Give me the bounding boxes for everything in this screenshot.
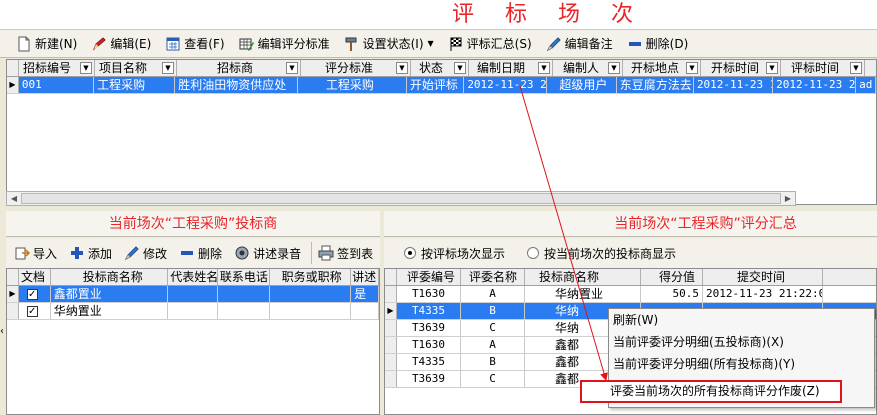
grid-header: 文档 投标商名称 代表姓名 联系电话 职务或职称 讲述 bbox=[7, 269, 379, 286]
modify-button[interactable]: 修改 bbox=[122, 242, 169, 264]
row-indicator-icon: ▶ bbox=[7, 77, 19, 93]
import-icon bbox=[14, 245, 31, 261]
new-document-icon bbox=[16, 36, 32, 52]
printer-icon bbox=[318, 245, 334, 261]
edit-criteria-button[interactable]: 编辑评分标准 bbox=[237, 33, 332, 55]
edit-note-button[interactable]: 编辑备注 bbox=[544, 33, 615, 55]
menu-item-detail-five[interactable]: 当前评委评分明细(五投标商)(X) bbox=[609, 331, 874, 353]
minus-icon bbox=[179, 245, 195, 261]
row-indicator-icon: ▶ bbox=[7, 286, 19, 302]
scroll-right-icon[interactable]: ▶ bbox=[782, 193, 794, 204]
document-checkbox[interactable] bbox=[26, 304, 38, 319]
column-header[interactable]: 联系电话 bbox=[218, 269, 270, 285]
table-row[interactable]: 华纳置业 bbox=[7, 303, 380, 320]
menu-item-void-scores[interactable]: 评委当前场次的所有投标商评分作废(Z) bbox=[580, 380, 842, 403]
add-button[interactable]: 添加 bbox=[67, 242, 114, 264]
score-summary-title: 当前场次“工程采购”评分汇总 bbox=[384, 211, 877, 237]
filter-dropdown-icon[interactable]: ▼ bbox=[396, 62, 408, 74]
column-header[interactable]: 讲述 bbox=[351, 269, 379, 285]
column-header[interactable]: 招标编号 ▼ bbox=[19, 60, 95, 76]
column-header[interactable]: 评分标准 ▼ bbox=[301, 60, 411, 76]
filter-dropdown-icon[interactable]: ▼ bbox=[80, 62, 92, 74]
bidders-panel-title: 当前场次“工程采购”投标商 bbox=[6, 211, 380, 237]
filter-dropdown-icon[interactable]: ▼ bbox=[850, 62, 862, 74]
filter-dropdown-icon[interactable]: ▼ bbox=[162, 62, 174, 74]
menu-item-refresh[interactable]: 刷新(W) bbox=[609, 309, 874, 331]
new-button[interactable]: 新建(N) bbox=[14, 33, 79, 55]
column-header[interactable]: 提交时间 bbox=[703, 269, 823, 285]
view-button[interactable]: 查看(F) bbox=[163, 33, 226, 55]
column-header[interactable]: 招标商 ▼ bbox=[177, 60, 301, 76]
pencil-icon bbox=[124, 245, 140, 261]
grid-edit-icon bbox=[239, 36, 255, 52]
bidders-toolbar: 导入 添加 修改 删除 讲述录音 签到表 bbox=[6, 238, 380, 268]
grid-header: 招标编号 ▼ 项目名称 ▼ 招标商 ▼ 评分标准 ▼ 状态 ▼ 编制日期 ▼ 编制人 ▼ 开标… bbox=[7, 60, 876, 77]
delete-bidder-button[interactable]: 删除 bbox=[177, 242, 224, 264]
note-pencil-icon bbox=[546, 36, 562, 52]
hammer-icon bbox=[344, 36, 360, 52]
radio-by-session[interactable]: 按评标场次显示 bbox=[404, 245, 505, 262]
page-title: 评 标 场 次 bbox=[0, 0, 877, 30]
horizontal-scrollbar[interactable]: ◀ ▶ bbox=[6, 191, 796, 206]
calendar-icon bbox=[165, 36, 181, 52]
speaker-icon bbox=[234, 245, 250, 261]
column-header[interactable]: 编制日期 ▼ bbox=[469, 60, 553, 76]
bidders-grid[interactable]: 文档 投标商名称 代表姓名 联系电话 职务或职称 讲述 ▶ 鑫都置业 是 华纳置… bbox=[6, 268, 380, 415]
main-toolbar: 新建(N) 编辑(E) 查看(F) 编辑评分标准 设置状态(I) ▼ 评标汇总(… bbox=[0, 30, 877, 58]
set-status-button[interactable]: 设置状态(I) ▼ bbox=[342, 33, 436, 55]
filter-dropdown-icon[interactable]: ▼ bbox=[766, 62, 778, 74]
row-indicator-icon: ▶ bbox=[385, 303, 397, 319]
grid-header: 评委编号 评委名称 投标商名称 得分值 提交时间 bbox=[385, 269, 876, 286]
filter-dropdown-icon[interactable]: ▼ bbox=[686, 62, 698, 74]
summary-button[interactable]: 评标汇总(S) bbox=[446, 33, 534, 55]
radio-dot[interactable] bbox=[527, 247, 540, 259]
filter-dropdown-icon[interactable]: ▼ bbox=[608, 62, 620, 74]
column-header[interactable]: 评委编号 bbox=[397, 269, 461, 285]
column-header[interactable]: 开标地点 ▼ bbox=[623, 60, 701, 76]
column-header[interactable]: 编制人 ▼ bbox=[553, 60, 623, 76]
column-header[interactable]: 开标时间 ▼ bbox=[701, 60, 781, 76]
column-header[interactable]: 文档 bbox=[19, 269, 51, 285]
plus-icon bbox=[69, 245, 85, 261]
column-header[interactable]: 投标商名称 bbox=[525, 269, 641, 285]
column-header[interactable]: 投标商名称 bbox=[51, 269, 169, 285]
radio-dot-selected[interactable] bbox=[404, 247, 416, 259]
delete-button[interactable]: 删除(D) bbox=[625, 33, 691, 55]
import-button[interactable]: 导入 bbox=[12, 242, 59, 264]
column-header[interactable]: 评标时间 ▼ bbox=[781, 60, 865, 76]
filter-dropdown-icon[interactable]: ▼ bbox=[454, 62, 466, 74]
column-header[interactable]: 代表姓名 bbox=[168, 269, 218, 285]
table-row[interactable]: T1630 A 华纳置业 50.5 2012-11-23 21:22:00 bbox=[385, 286, 876, 303]
column-header[interactable]: 职务或职称 bbox=[270, 269, 352, 285]
scroll-left-icon[interactable]: ◀ bbox=[8, 193, 20, 204]
menu-item-detail-all[interactable]: 当前评委评分明细(所有投标商)(Y) bbox=[609, 353, 874, 375]
column-header[interactable]: 状态 ▼ bbox=[411, 60, 469, 76]
bid-session-grid[interactable]: 招标编号 ▼ 项目名称 ▼ 招标商 ▼ 评分标准 ▼ 状态 ▼ 编制日期 ▼ 编制人 ▼ 开标… bbox=[6, 59, 877, 205]
table-row[interactable]: ▶ 鑫都置业 是 bbox=[7, 286, 380, 303]
pencil-icon bbox=[91, 36, 107, 52]
filter-dropdown-icon[interactable]: ▼ bbox=[538, 62, 550, 74]
scroll-thumb[interactable] bbox=[21, 193, 781, 204]
minus-icon bbox=[627, 36, 643, 52]
column-header[interactable]: 得分值 bbox=[641, 269, 703, 285]
column-header[interactable]: 评委名称 bbox=[461, 269, 525, 285]
signin-sheet-button[interactable]: 签到表 bbox=[311, 242, 375, 264]
filter-dropdown-icon[interactable]: ▼ bbox=[286, 62, 298, 74]
dropdown-arrow-icon[interactable]: ▼ bbox=[428, 39, 434, 48]
column-header[interactable]: 项目名称 ▼ bbox=[95, 60, 177, 76]
splitter-handle-icon[interactable]: ‹ bbox=[0, 326, 4, 337]
display-mode-bar: 按评标场次显示 按当前场次的投标商显示 bbox=[384, 238, 877, 268]
radio-by-bidder[interactable]: 按当前场次的投标商显示 bbox=[527, 245, 676, 262]
document-checkbox[interactable] bbox=[26, 287, 38, 302]
record-speech-button[interactable]: 讲述录音 bbox=[232, 242, 303, 264]
table-row[interactable]: ▶ 001 工程采购 胜利油田物资供应处 工程采购 开始评标 2012-11-2… bbox=[7, 77, 876, 94]
checkered-flag-icon bbox=[448, 36, 464, 52]
edit-button[interactable]: 编辑(E) bbox=[89, 33, 153, 55]
